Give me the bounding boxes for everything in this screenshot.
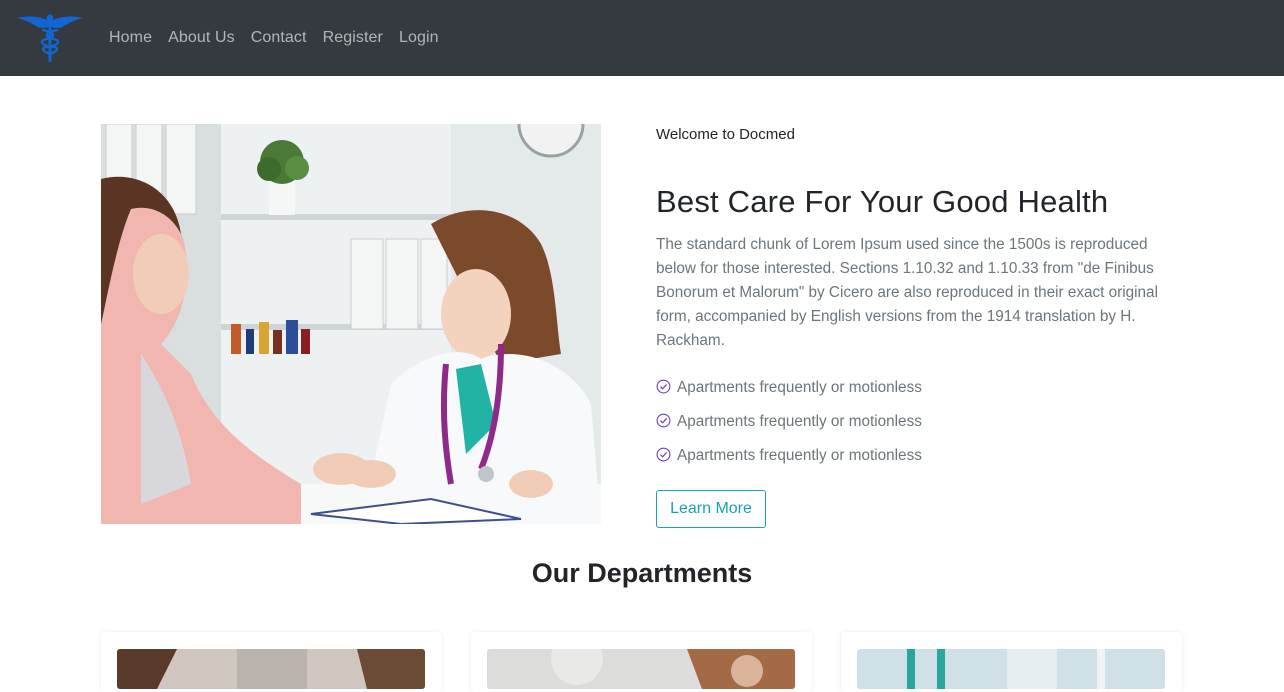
department-card[interactable] — [101, 632, 442, 692]
check-circle-icon — [656, 413, 671, 427]
navbar: Home About Us Contact Register Login — [0, 0, 1284, 76]
departments-title: Our Departments — [531, 558, 753, 588]
feature-text: Apartments frequently or motionless — [677, 447, 922, 464]
nav-login[interactable]: Login — [399, 29, 439, 47]
welcome-text: Welcome to Docmed — [656, 126, 795, 143]
department-image — [117, 649, 425, 689]
department-card[interactable] — [471, 632, 812, 692]
caduceus-icon — [17, 14, 83, 62]
feature-text: Apartments frequently or motionless — [677, 379, 922, 396]
department-card[interactable] — [841, 632, 1182, 692]
feature-list: Apartments frequently or motionless Apar… — [656, 368, 922, 476]
brand-logo[interactable] — [16, 10, 84, 64]
nav-register[interactable]: Register — [323, 29, 383, 47]
check-circle-icon — [656, 379, 671, 393]
check-circle-icon — [656, 447, 671, 461]
nav-about-us[interactable]: About Us — [168, 29, 235, 47]
hero-title: Best Care For Your Good Health — [656, 184, 1109, 219]
department-image — [487, 649, 795, 689]
hero-paragraph: The standard chunk of Lorem Ipsum used s… — [656, 236, 1158, 349]
nav-contact[interactable]: Contact — [251, 29, 307, 47]
hero-image — [101, 124, 601, 524]
feature-item: Apartments frequently or motionless — [656, 436, 922, 476]
nav-home[interactable]: Home — [109, 29, 152, 47]
department-image — [857, 649, 1165, 689]
feature-text: Apartments frequently or motionless — [677, 413, 922, 430]
nav-links: Home About Us Contact Register Login — [109, 0, 455, 76]
learn-more-button[interactable]: Learn More — [656, 490, 766, 528]
